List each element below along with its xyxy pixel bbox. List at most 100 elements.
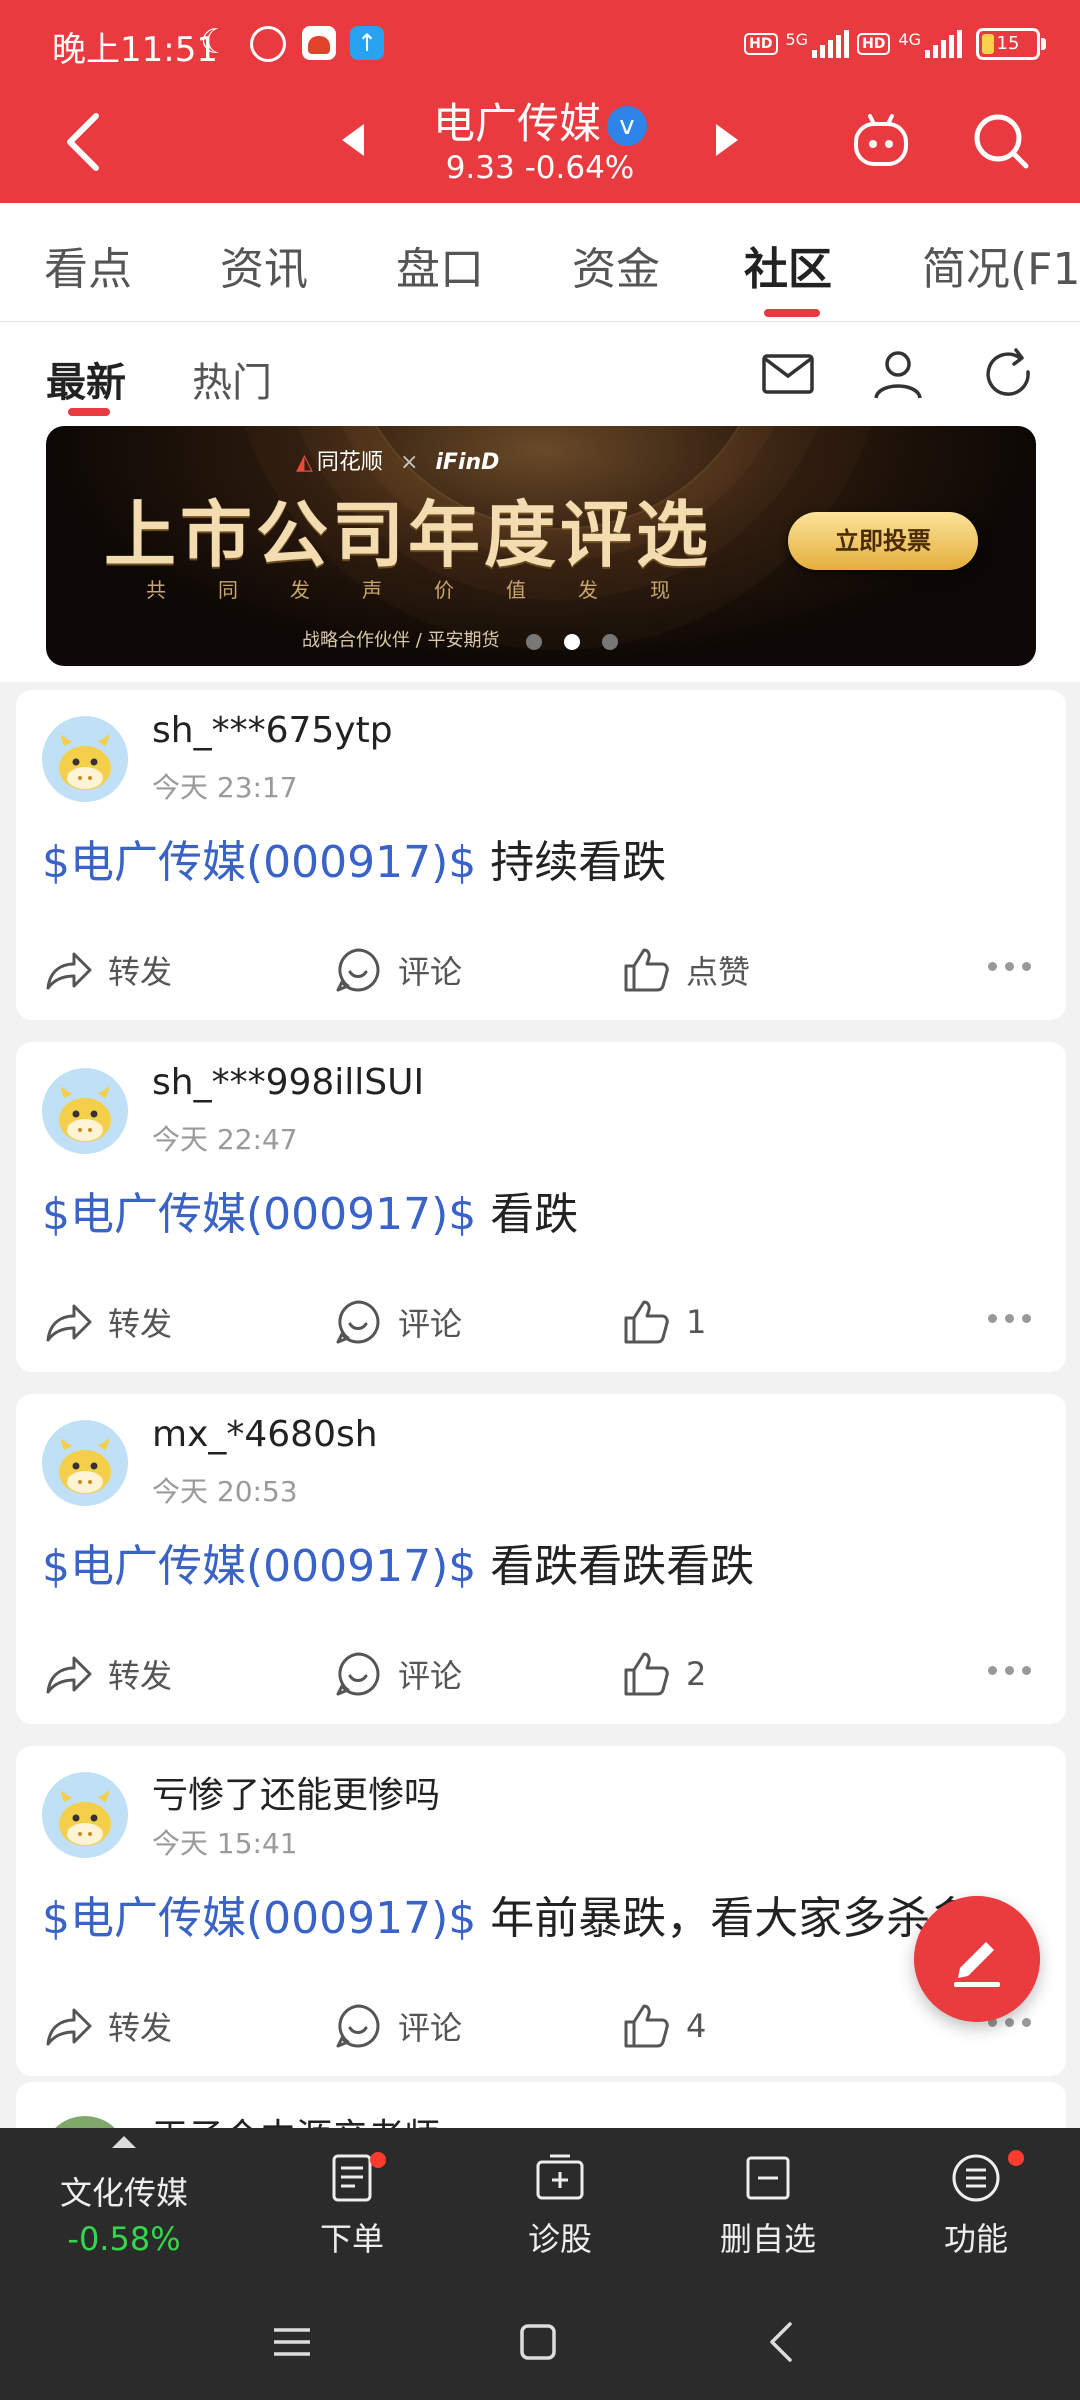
vote-button[interactable]: 立即投票 (788, 512, 978, 570)
home-icon[interactable] (508, 2312, 568, 2372)
tab-funds[interactable]: 资金 (572, 233, 660, 297)
username[interactable]: 亏惨了还能更惨吗 (152, 1766, 440, 1818)
carousel-dot-active[interactable] (564, 634, 580, 650)
post-content[interactable]: $电广传媒(000917)$ 年前暴跌，看大家多杀多 (42, 1882, 1052, 1946)
stock-tag-link[interactable]: $电广传媒(000917)$ (42, 837, 476, 888)
like-button[interactable]: 点赞 (620, 944, 750, 996)
sector-name[interactable]: 文化传媒 (0, 2168, 248, 2214)
functions-button[interactable]: 功能 (886, 2150, 1066, 2270)
avatar[interactable] (42, 1068, 128, 1154)
tab-community[interactable]: 社区 (744, 233, 832, 297)
comment-button[interactable]: 评论 (332, 2000, 462, 2052)
tab-kandian[interactable]: 看点 (44, 233, 132, 297)
like-icon (620, 1648, 672, 1700)
banner-slogan: 共同发声价值发现 (146, 578, 722, 602)
like-button[interactable]: 1 (620, 1296, 706, 1348)
banner-brand: ◭ 同花顺 × iFinD (296, 444, 499, 476)
post-text: 年前暴跌，看大家多杀多 (476, 1893, 975, 1944)
forward-button[interactable]: 转发 (42, 1648, 172, 1700)
robot-assistant-icon[interactable] (850, 112, 912, 170)
stock-name: 电广传媒 (432, 99, 601, 148)
promo-banner[interactable]: ◭ 同花顺 × iFinD 上市公司年度评选 共同发声价值发现 战略合作伙伴 / … (46, 426, 1036, 666)
recent-apps-icon[interactable] (262, 2312, 322, 2372)
back-icon[interactable] (60, 110, 108, 174)
status-bar: 晚上11:51 ☾ ↑ HD 5G HD 4G 15 (0, 0, 1080, 90)
list-item[interactable]: 亏惨了还能更惨吗 今天 15:41 $电广传媒(000917)$ 年前暴跌，看大家多… (16, 1746, 1066, 2076)
post-time: 今天 23:17 (152, 771, 298, 804)
subtab-latest[interactable]: 最新 (46, 350, 126, 408)
username[interactable]: sh_***998illSUI (152, 1062, 424, 1103)
tab-news[interactable]: 资讯 (220, 233, 308, 297)
network-type-2: 4G (898, 29, 921, 49)
minus-box-icon (746, 2156, 790, 2200)
active-subtab-indicator (68, 408, 110, 416)
stock-title[interactable]: 电广传媒 v (330, 90, 750, 151)
carousel-dot[interactable] (526, 634, 542, 650)
avatar[interactable] (42, 1420, 128, 1506)
forward-icon (42, 1296, 94, 1348)
app-notification-icon (302, 26, 336, 60)
system-navigation-bar (0, 2278, 1080, 2400)
post-content[interactable]: $电广传媒(000917)$ 持续看跌 (42, 826, 1052, 890)
like-button[interactable]: 2 (620, 1648, 706, 1700)
stock-diagnosis-button[interactable]: 诊股 (470, 2150, 650, 2270)
post-content[interactable]: $电广传媒(000917)$ 看跌 (42, 1178, 1052, 1242)
comment-button[interactable]: 评论 (332, 1648, 462, 1700)
tab-quote[interactable]: 盘口 (396, 233, 484, 297)
comment-icon (332, 944, 384, 996)
post-text: 看跌看跌看跌 (476, 1541, 755, 1592)
mail-icon[interactable] (760, 346, 816, 402)
remove-watchlist-button[interactable]: 删自选 (678, 2150, 858, 2270)
banner-section: ◭ 同花顺 × iFinD 上市公司年度评选 共同发声价值发现 战略合作伙伴 / … (0, 422, 1080, 682)
alarm-icon (250, 26, 286, 62)
post-content[interactable]: $电广传媒(000917)$ 看跌看跌看跌 (42, 1530, 1052, 1594)
subtab-hot[interactable]: 热门 (192, 350, 272, 408)
stock-tag-link[interactable]: $电广传媒(000917)$ (42, 1893, 476, 1944)
refresh-icon[interactable] (980, 346, 1036, 402)
carousel-dot[interactable] (602, 634, 618, 650)
like-button[interactable]: 4 (620, 2000, 706, 2052)
username[interactable]: mx_*4680sh (152, 1414, 378, 1455)
header: 晚上11:51 ☾ ↑ HD 5G HD 4G 15 电广传媒 v 9.33 -… (0, 0, 1080, 203)
app-root: 晚上11:51 ☾ ↑ HD 5G HD 4G 15 电广传媒 v 9.33 -… (0, 0, 1080, 2400)
forward-button[interactable]: 转发 (42, 944, 172, 996)
notification-dot (1008, 2150, 1024, 2166)
comment-button[interactable]: 评论 (332, 944, 462, 996)
user-icon[interactable] (870, 346, 926, 402)
ths-logo-icon: ◭ (296, 450, 313, 475)
list-item[interactable]: sh_***998illSUI 今天 22:47 $电广传媒(000917)$ 看跌… (16, 1042, 1066, 1372)
like-count: 4 (686, 2007, 707, 2045)
more-options-icon[interactable] (988, 946, 1038, 986)
banner-title: 上市公司年度评选 (104, 492, 713, 577)
system-back-icon[interactable] (752, 2312, 812, 2372)
stock-tag-link[interactable]: $电广传媒(000917)$ (42, 1189, 476, 1240)
stock-tag-link[interactable]: $电广传媒(000917)$ (42, 1541, 476, 1592)
place-order-button[interactable]: 下单 (262, 2150, 442, 2270)
comment-icon (332, 1296, 384, 1348)
expand-up-icon[interactable] (112, 2136, 136, 2148)
more-options-icon[interactable] (988, 1650, 1038, 1690)
list-item[interactable]: mx_*4680sh 今天 20:53 $电广传媒(000917)$ 看跌看跌看跌转… (16, 1394, 1066, 1724)
comment-label: 评论 (398, 2009, 463, 2047)
banner-partner: 战略合作伙伴 / 平安期货 (302, 630, 500, 651)
notification-dot (370, 2152, 386, 2168)
forward-button[interactable]: 转发 (42, 1296, 172, 1348)
signal-icon-2 (925, 30, 962, 58)
next-stock-icon[interactable] (716, 124, 738, 156)
search-icon[interactable] (972, 112, 1032, 172)
like-icon (620, 2000, 672, 2052)
compose-post-button[interactable] (914, 1896, 1040, 2022)
avatar[interactable] (42, 716, 128, 802)
more-options-icon[interactable] (988, 1298, 1038, 1338)
tab-profile-f10[interactable]: 简况(F10 (922, 233, 1080, 297)
username[interactable]: sh_***675ytp (152, 710, 393, 751)
forward-icon (42, 2000, 94, 2052)
forward-button[interactable]: 转发 (42, 2000, 172, 2052)
stock-diagnosis-label: 诊股 (527, 2220, 592, 2258)
comment-button[interactable]: 评论 (332, 1296, 462, 1348)
comment-icon (332, 2000, 384, 2052)
status-time: 晚上11:51 (52, 30, 218, 70)
list-item[interactable]: sh_***675ytp 今天 23:17 $电广传媒(000917)$ 持续看跌转… (16, 690, 1066, 1020)
verified-icon: v (607, 106, 647, 146)
avatar[interactable] (42, 1772, 128, 1858)
